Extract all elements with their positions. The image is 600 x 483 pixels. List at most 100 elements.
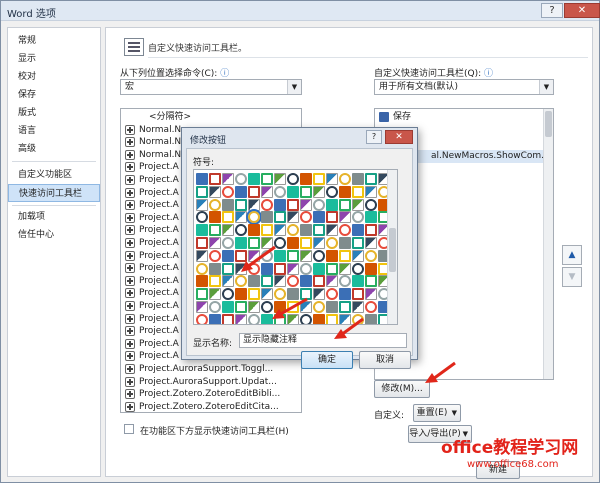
symbol-option[interactable]: [222, 198, 234, 211]
symbol-option[interactable]: [365, 288, 377, 301]
nav-item-customize-ribbon[interactable]: 自定义功能区: [8, 166, 100, 184]
symbol-option[interactable]: [313, 224, 325, 237]
symbol-option[interactable]: [274, 211, 286, 224]
move-down-button[interactable]: ▼: [562, 267, 582, 287]
ok-button[interactable]: 确定: [301, 351, 353, 369]
symbol-option[interactable]: [339, 237, 351, 249]
symbol-option[interactable]: [209, 185, 221, 198]
help-button[interactable]: ?: [541, 3, 563, 18]
symbol-option[interactable]: [209, 173, 221, 185]
symbol-option[interactable]: [248, 185, 260, 198]
symbol-option[interactable]: [261, 173, 273, 185]
nav-item-general[interactable]: 常规: [8, 32, 100, 50]
symbol-option[interactable]: [196, 275, 208, 288]
symbol-option[interactable]: [235, 224, 247, 237]
symbol-option[interactable]: [196, 185, 208, 198]
symbol-option[interactable]: [261, 198, 273, 211]
symbol-option[interactable]: [222, 262, 234, 275]
symbol-option[interactable]: [339, 185, 351, 198]
symbol-option[interactable]: [222, 249, 234, 262]
symbol-option[interactable]: [196, 173, 208, 185]
symbol-option[interactable]: [235, 211, 247, 224]
symbol-option[interactable]: [222, 301, 234, 313]
symbol-option[interactable]: [326, 288, 338, 301]
symbol-option[interactable]: [235, 185, 247, 198]
symbol-option[interactable]: [352, 249, 364, 262]
symbol-option[interactable]: [248, 198, 260, 211]
symbol-option[interactable]: [339, 275, 351, 288]
symbol-option[interactable]: [222, 185, 234, 198]
symbol-option[interactable]: [222, 237, 234, 249]
command-list-item[interactable]: <分隔符>: [121, 111, 301, 124]
symbol-option[interactable]: [365, 249, 377, 262]
symbol-option[interactable]: [313, 211, 325, 224]
symbol-option[interactable]: [339, 224, 351, 237]
symbol-option[interactable]: [313, 275, 325, 288]
symbol-option[interactable]: [313, 262, 325, 275]
symbol-option[interactable]: [261, 275, 273, 288]
customize-scope-select[interactable]: 用于所有文档(默认) ▼: [374, 79, 554, 95]
symbol-option[interactable]: [209, 224, 221, 237]
symbol-option[interactable]: [326, 198, 338, 211]
command-list-item[interactable]: Project.AuroraSupport.Updat...: [121, 376, 301, 389]
nav-item-quick-access-toolbar[interactable]: 快速访问工具栏: [8, 184, 100, 202]
symbol-option[interactable]: [326, 249, 338, 262]
nav-item-add-ins[interactable]: 加载项: [8, 208, 100, 226]
symbol-option[interactable]: [339, 211, 351, 224]
symbol-option[interactable]: [352, 173, 364, 185]
nav-item-proofing[interactable]: 校对: [8, 68, 100, 86]
symbol-option[interactable]: [326, 185, 338, 198]
symbol-option[interactable]: [196, 211, 208, 224]
symbol-option[interactable]: [261, 211, 273, 224]
symbol-option[interactable]: [300, 173, 312, 185]
symbol-option[interactable]: [235, 173, 247, 185]
symbol-option[interactable]: [248, 173, 260, 185]
symbol-option[interactable]: [209, 301, 221, 313]
symbol-option[interactable]: [352, 288, 364, 301]
nav-item-layout[interactable]: 版式: [8, 104, 100, 122]
symbol-option[interactable]: [352, 301, 364, 313]
symbol-option[interactable]: [274, 275, 286, 288]
symbol-option[interactable]: [313, 198, 325, 211]
symbol-option[interactable]: [248, 313, 260, 324]
symbol-option[interactable]: [326, 211, 338, 224]
symbol-option[interactable]: [235, 313, 247, 324]
symbol-option[interactable]: [365, 275, 377, 288]
symbol-option[interactable]: [196, 249, 208, 262]
toolbar-list-scrollbar[interactable]: [543, 109, 553, 379]
symbol-option[interactable]: [300, 198, 312, 211]
choose-commands-select[interactable]: 宏 ▼: [120, 79, 302, 95]
symbol-option[interactable]: [339, 198, 351, 211]
symbol-option[interactable]: [246, 209, 262, 226]
symbol-option[interactable]: [287, 249, 299, 262]
symbol-option[interactable]: [339, 288, 351, 301]
symbol-option[interactable]: [222, 313, 234, 324]
symbol-option[interactable]: [326, 301, 338, 313]
symbol-option[interactable]: [222, 173, 234, 185]
symbol-option[interactable]: [222, 224, 234, 237]
symbol-option[interactable]: [209, 198, 221, 211]
symbol-option[interactable]: [209, 237, 221, 249]
symbol-option[interactable]: [209, 313, 221, 324]
symbol-option[interactable]: [235, 275, 247, 288]
symbol-option[interactable]: [313, 237, 325, 249]
symbol-option[interactable]: [313, 249, 325, 262]
symbol-option[interactable]: [209, 262, 221, 275]
symbol-option[interactable]: [326, 275, 338, 288]
dialog-close-button[interactable]: ✕: [385, 130, 413, 144]
symbol-option[interactable]: [222, 211, 234, 224]
move-up-button[interactable]: ▲: [562, 245, 582, 265]
symbol-option[interactable]: [209, 288, 221, 301]
symbol-option[interactable]: [300, 211, 312, 224]
symbol-option[interactable]: [300, 237, 312, 249]
symbol-option[interactable]: [313, 288, 325, 301]
symbol-option[interactable]: [313, 185, 325, 198]
symbol-option[interactable]: [326, 237, 338, 249]
symbol-option[interactable]: [287, 211, 299, 224]
symbol-option[interactable]: [313, 301, 325, 313]
symbol-option[interactable]: [352, 211, 364, 224]
symbol-option[interactable]: [196, 237, 208, 249]
symbol-option[interactable]: [339, 301, 351, 313]
symbol-option[interactable]: [196, 262, 208, 275]
show-below-ribbon-checkbox[interactable]: [124, 424, 134, 434]
